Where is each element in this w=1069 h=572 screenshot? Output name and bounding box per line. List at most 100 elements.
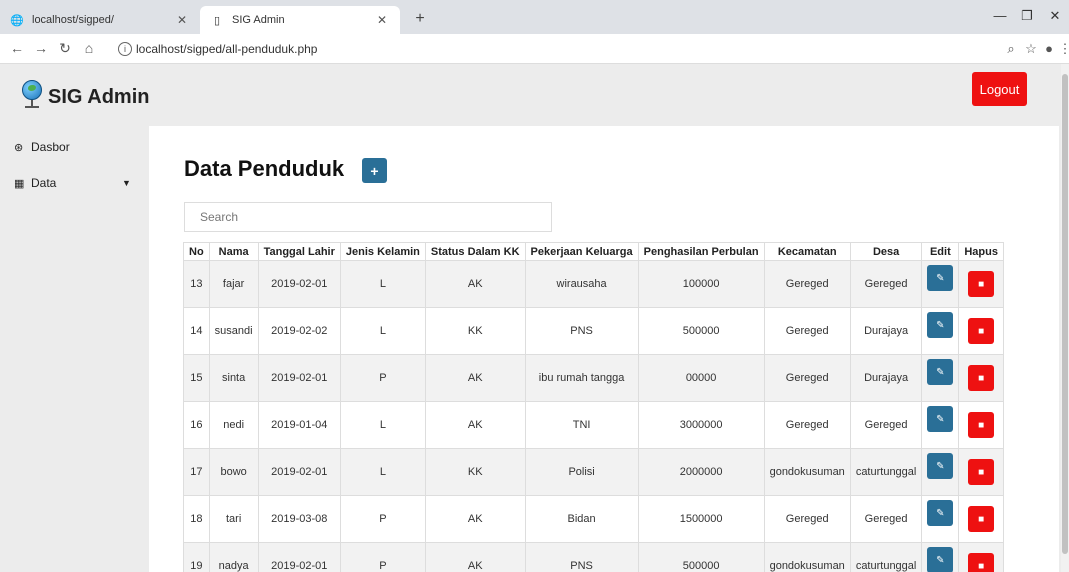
new-tab-icon[interactable]: +	[410, 10, 430, 28]
restore-icon[interactable]: ❐	[1017, 8, 1037, 24]
penduduk-table: No Nama Tanggal Lahir Jenis Kelamin Stat…	[183, 242, 1004, 572]
trash-icon: ■	[978, 419, 985, 431]
tab-close-icon[interactable]: ✕	[374, 13, 390, 27]
chevron-down-icon[interactable]: ▼	[122, 178, 131, 188]
column-header-jenis-kelamin[interactable]: Jenis Kelamin	[339, 242, 426, 261]
url-text[interactable]: localhost/sigped/all-penduduk.php	[136, 42, 317, 56]
reload-icon[interactable]: ↻	[56, 40, 74, 57]
cell-desa: Gereged	[849, 401, 923, 449]
cell-no: 13	[183, 260, 210, 308]
minimize-icon[interactable]: —	[990, 8, 1010, 23]
trash-icon: ■	[978, 278, 985, 290]
column-header-nama[interactable]: Nama	[208, 242, 259, 261]
cell-no: 15	[183, 354, 210, 402]
delete-button[interactable]: ■	[968, 318, 995, 344]
delete-button[interactable]: ■	[968, 553, 995, 572]
column-header-pekerjaan[interactable]: Pekerjaan Keluarga	[524, 242, 639, 261]
back-icon[interactable]: ←	[8, 40, 26, 56]
edit-icon: ✎	[936, 507, 945, 519]
close-window-icon[interactable]: ✕	[1045, 8, 1065, 24]
cell-desa: caturtunggal	[849, 542, 923, 572]
table-row: 18 tari 2019-03-08 P AK Bidan 1500000 Gereged Ge…	[183, 495, 1004, 543]
column-header-status[interactable]: Status Dalam KK	[424, 242, 526, 261]
edit-button[interactable]: ✎	[927, 406, 954, 432]
site-info-icon[interactable]: i	[118, 42, 132, 56]
cell-pekerjaan: wirausaha	[524, 260, 639, 308]
trash-icon: ■	[978, 560, 985, 572]
cell-penghasilan: 3000000	[637, 401, 765, 449]
cell-tanggal-lahir: 2019-03-08	[257, 495, 341, 543]
search-input[interactable]	[184, 202, 552, 232]
add-penduduk-button[interactable]: +	[362, 158, 387, 183]
page-scrollbar[interactable]	[1061, 64, 1069, 572]
menu-kebab-icon[interactable]: ⋮	[1056, 41, 1069, 57]
cell-tanggal-lahir: 2019-02-02	[257, 307, 341, 355]
brand[interactable]: SIG Admin	[20, 78, 149, 109]
edit-button[interactable]: ✎	[927, 312, 954, 338]
cell-penghasilan: 100000	[637, 260, 765, 308]
cell-nama: nedi	[208, 401, 259, 449]
delete-button[interactable]: ■	[968, 271, 995, 297]
cell-status: AK	[424, 401, 526, 449]
column-header-tanggal-lahir[interactable]: Tanggal Lahir	[257, 242, 341, 261]
cell-jenis-kelamin: P	[339, 495, 426, 543]
table-row: 17 bowo 2019-02-01 L KK Polisi 2000000 gondokus…	[183, 448, 1004, 496]
zoom-icon[interactable]: ⌕	[1002, 41, 1020, 57]
brand-title: SIG Admin	[48, 86, 150, 108]
cell-edit: ✎	[921, 307, 960, 355]
cell-penghasilan: 2000000	[637, 448, 765, 496]
delete-button[interactable]: ■	[968, 459, 995, 485]
cell-pekerjaan: TNI	[524, 401, 639, 449]
cell-nama: bowo	[208, 448, 259, 496]
sidebar-item-data[interactable]: ▦ Data	[14, 176, 56, 190]
column-header-penghasilan[interactable]: Penghasilan Perbulan	[637, 242, 765, 261]
forward-icon[interactable]: →	[32, 40, 50, 56]
edit-button[interactable]: ✎	[927, 500, 954, 526]
delete-button[interactable]: ■	[968, 412, 995, 438]
cell-hapus: ■	[958, 542, 1004, 572]
edit-button[interactable]: ✎	[927, 359, 954, 385]
cell-nama: fajar	[208, 260, 259, 308]
cell-kecamatan: gondokusuman	[763, 542, 851, 572]
edit-icon: ✎	[936, 554, 945, 566]
cell-tanggal-lahir: 2019-02-01	[257, 448, 341, 496]
cell-penghasilan: 500000	[637, 307, 765, 355]
column-header-desa[interactable]: Desa	[849, 242, 923, 261]
column-header-kecamatan[interactable]: Kecamatan	[763, 242, 851, 261]
app-root: SIG Admin Logout ⊛ Dasbor ▦ Data ▼ Data …	[0, 64, 1069, 572]
browser-tab-bar: 🌐 localhost/sigped/ ✕ ▯ SIG Admin ✕ + — …	[0, 0, 1069, 34]
column-header-edit: Edit	[921, 242, 960, 261]
cell-edit: ✎	[921, 260, 960, 308]
cell-tanggal-lahir: 2019-02-01	[257, 354, 341, 402]
sidebar-item-dasbor[interactable]: ⊛ Dasbor	[14, 140, 70, 154]
edit-button[interactable]: ✎	[927, 453, 954, 479]
cell-pekerjaan: PNS	[524, 307, 639, 355]
edit-button[interactable]: ✎	[927, 547, 954, 572]
browser-tab-active[interactable]: ▯ SIG Admin ✕	[200, 6, 400, 34]
edit-icon: ✎	[936, 460, 945, 472]
cell-desa: Gereged	[849, 260, 923, 308]
browser-tab-inactive[interactable]: 🌐 localhost/sigped/ ✕	[0, 6, 200, 34]
address-bar: ← → ↻ ⌂ i localhost/sigped/all-penduduk.…	[0, 34, 1069, 64]
cell-hapus: ■	[958, 354, 1004, 402]
cell-jenis-kelamin: P	[339, 354, 426, 402]
home-icon[interactable]: ⌂	[80, 40, 98, 56]
cell-hapus: ■	[958, 495, 1004, 543]
table-icon: ▦	[14, 177, 25, 190]
cell-tanggal-lahir: 2019-02-01	[257, 260, 341, 308]
delete-button[interactable]: ■	[968, 506, 995, 532]
logout-button[interactable]: Logout	[972, 72, 1027, 106]
trash-icon: ■	[978, 513, 985, 525]
cell-desa: caturtunggal	[849, 448, 923, 496]
tab-close-icon[interactable]: ✕	[174, 13, 190, 27]
edit-button[interactable]: ✎	[927, 265, 954, 291]
cell-edit: ✎	[921, 354, 960, 402]
tab-title: SIG Admin	[232, 14, 285, 26]
cell-jenis-kelamin: L	[339, 401, 426, 449]
cell-no: 18	[183, 495, 210, 543]
scrollbar-thumb[interactable]	[1062, 74, 1068, 554]
column-header-no[interactable]: No	[183, 242, 210, 261]
bookmark-star-icon[interactable]: ☆	[1022, 41, 1040, 57]
delete-button[interactable]: ■	[968, 365, 995, 391]
cell-tanggal-lahir: 2019-01-04	[257, 401, 341, 449]
